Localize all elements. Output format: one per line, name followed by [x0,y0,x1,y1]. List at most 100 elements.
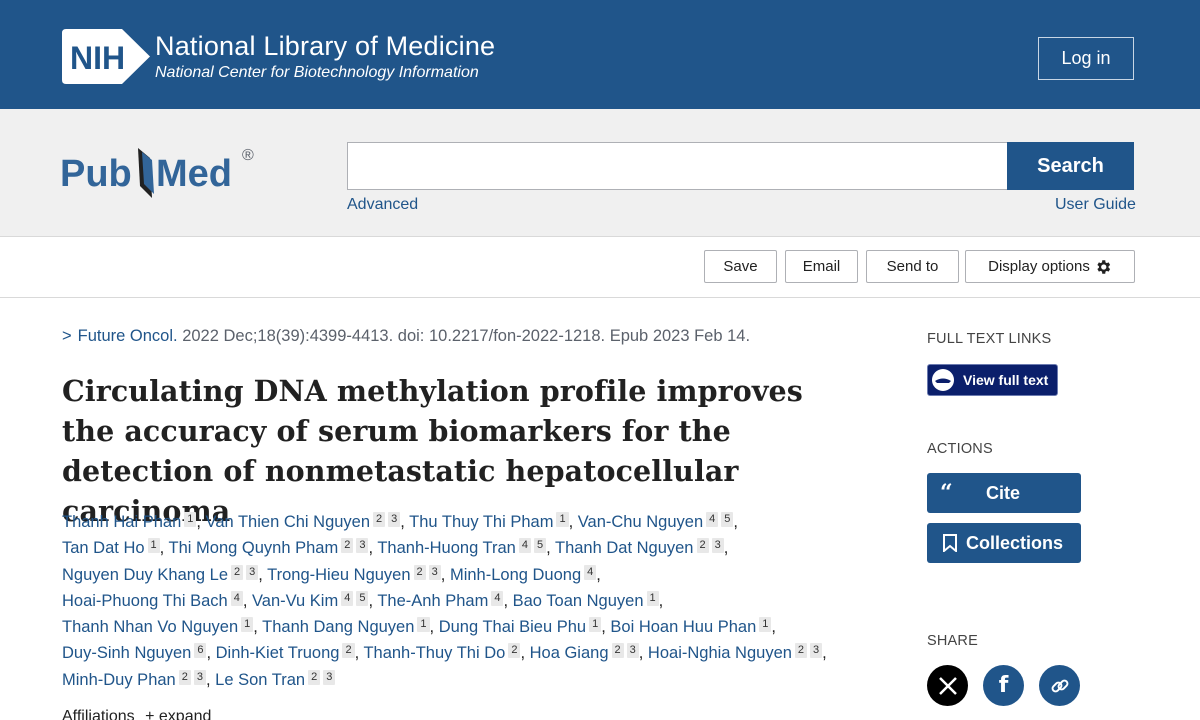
affiliation-marker[interactable]: 2 [178,669,191,685]
author-item: Thanh Dat Nguyen 2 3, [554,538,729,558]
author-item: Bao Toan Nguyen 1, [512,590,664,610]
author-link[interactable]: Van Thien Chi Nguyen [206,513,371,531]
affiliation-marker[interactable]: 1 [759,617,772,633]
affiliation-marker[interactable]: 5 [356,590,369,606]
affiliation-marker[interactable]: 1 [241,617,254,633]
search-button[interactable]: Search [1007,142,1134,190]
author-link[interactable]: Boi Hoan Huu Phan [610,618,756,636]
share-heading: SHARE [927,633,978,649]
affiliations-toggle[interactable]: Affiliations + expand [62,708,211,720]
author-link[interactable]: Minh-Long Duong [450,566,581,584]
affiliation-marker[interactable]: 3 [193,669,206,685]
affiliation-marker[interactable]: 2 [341,538,354,554]
author-link[interactable]: Tan Dat Ho [62,539,145,557]
affiliation-marker[interactable]: 1 [417,617,430,633]
author-link[interactable]: Hoai-Nghia Nguyen [648,644,792,662]
affiliation-marker[interactable]: 3 [246,564,259,580]
affiliation-marker[interactable]: 2 [308,669,321,685]
affiliation-marker[interactable]: 2 [696,538,709,554]
author-link[interactable]: Thi Mong Quynh Pham [169,539,339,557]
author-link[interactable]: Thu Thuy Thi Pham [409,513,553,531]
nih-title[interactable]: National Library of Medicine [155,31,495,62]
x-share-icon[interactable] [927,665,968,706]
author-item: Nguyen Duy Khang Le 2 3, [62,564,268,584]
affiliation-marker[interactable]: 3 [428,564,441,580]
author-link[interactable]: Thanh Nhan Vo Nguyen [62,618,238,636]
display-options-button[interactable]: Display options [965,250,1135,283]
author-link[interactable]: Dinh-Kiet Truong [216,644,340,662]
author-item: Dinh-Kiet Truong 2, [215,643,364,663]
nih-logo[interactable]: NIH [62,29,150,84]
author-item: Boi Hoan Huu Phan 1, [610,617,776,637]
collections-button[interactable]: Collections [927,523,1081,563]
affiliation-marker[interactable]: 1 [646,590,659,606]
view-full-text-button[interactable]: View full text [927,364,1058,396]
affiliation-marker[interactable]: 3 [711,538,724,554]
affiliation-marker[interactable]: 1 [184,512,197,527]
affiliation-marker[interactable]: 2 [231,564,244,580]
login-button[interactable]: Log in [1038,37,1134,80]
affiliation-marker[interactable]: 5 [721,512,734,527]
author-link[interactable]: Le Son Tran [215,671,305,689]
journal-link[interactable]: Future Oncol. [78,327,178,345]
affiliation-marker[interactable]: 4 [341,590,354,606]
advanced-search-link[interactable]: Advanced [347,196,418,214]
affiliation-marker[interactable]: 3 [810,643,823,659]
search-input[interactable] [347,142,1008,190]
chevron-right-icon[interactable]: > [62,327,72,345]
affiliation-marker[interactable]: 2 [413,564,426,580]
author-link[interactable]: Thanh-Huong Tran [377,539,516,557]
affiliation-marker[interactable]: 4 [518,538,531,554]
author-item: Thanh Nhan Vo Nguyen 1, [62,617,263,637]
author-item: Duy-Sinh Nguyen 6, [62,643,216,663]
author-link[interactable]: Van-Chu Nguyen [578,513,703,531]
author-link[interactable]: Hoai-Phuong Thi Bach [62,592,228,610]
affiliation-marker[interactable]: 3 [626,643,639,659]
affiliation-marker[interactable]: 2 [373,512,386,527]
affiliation-marker[interactable]: 1 [589,617,602,633]
affiliation-marker[interactable]: 6 [194,643,207,659]
author-link[interactable]: Dung Thai Bieu Phu [439,618,586,636]
author-link[interactable]: Thanh Dat Nguyen [555,539,694,557]
author-link[interactable]: Thanh-Thuy Thi Do [363,644,505,662]
author-link[interactable]: Thanh Dang Nguyen [262,618,414,636]
nih-subtitle[interactable]: National Center for Biotechnology Inform… [155,64,479,82]
affiliation-marker[interactable]: 3 [388,512,401,527]
author-item: Hoa Giang 2 3, [529,643,648,663]
facebook-share-icon[interactable]: f [983,665,1024,706]
author-link[interactable]: Trong-Hieu Nguyen [267,566,410,584]
cite-button[interactable]: “ Cite [927,473,1081,513]
affiliation-marker[interactable]: 2 [611,643,624,659]
affiliation-marker[interactable]: 3 [356,538,369,554]
author-item: Thanh Dang Nguyen 1, [262,617,439,637]
author-link[interactable]: The-Anh Pham [377,592,488,610]
affiliation-marker[interactable]: 2 [342,643,355,659]
author-item: Thu Thuy Thi Pham 1, [409,512,578,531]
email-button[interactable]: Email [785,250,858,283]
svg-text:Pub: Pub [60,153,132,195]
author-link[interactable]: Hoa Giang [530,644,609,662]
author-link[interactable]: Bao Toan Nguyen [513,592,644,610]
affiliation-marker[interactable]: 2 [794,643,808,659]
affiliation-marker[interactable]: 2 [508,643,521,659]
author-link[interactable]: Duy-Sinh Nguyen [62,644,191,662]
author-link[interactable]: Van-Vu Kim [252,592,338,610]
pubmed-logo[interactable]: Pub Med ® [60,136,260,206]
author-link[interactable]: Nguyen Duy Khang Le [62,566,228,584]
user-guide-link[interactable]: User Guide [1055,196,1136,214]
save-button[interactable]: Save [704,250,777,283]
affiliation-marker[interactable]: 1 [556,512,569,527]
send-to-button[interactable]: Send to [866,250,959,283]
author-link[interactable]: Thanh Hai Phan [62,513,181,531]
affiliation-marker[interactable]: 4 [584,564,597,580]
affiliation-marker[interactable]: 4 [491,590,504,606]
citation-details: 2022 Dec;18(39):4399-4413. doi: 10.2217/… [182,327,751,345]
link-share-icon[interactable] [1039,665,1080,706]
full-text-links-heading: FULL TEXT LINKS [927,331,1052,347]
affiliation-marker[interactable]: 4 [230,590,243,606]
affiliation-marker[interactable]: 5 [533,538,547,554]
affiliation-marker[interactable]: 3 [323,669,336,685]
author-link[interactable]: Minh-Duy Phan [62,671,176,689]
affiliation-marker[interactable]: 1 [147,538,160,554]
affiliation-marker[interactable]: 4 [706,512,719,527]
